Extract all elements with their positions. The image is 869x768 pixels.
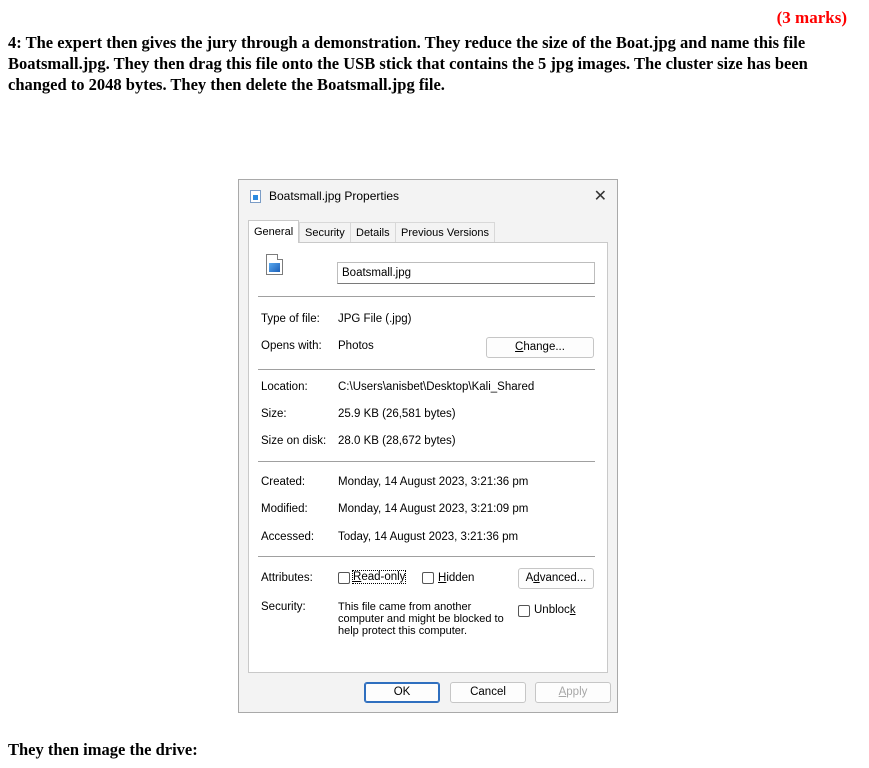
read-only-label[interactable]: Read-only	[351, 570, 407, 584]
separator	[258, 461, 595, 462]
unblock-checkbox[interactable]	[518, 605, 530, 617]
accessed-label: Accessed:	[261, 531, 315, 543]
opens-with-value: Photos	[338, 340, 374, 352]
change-label-post: hange...	[523, 341, 565, 353]
created-label: Created:	[261, 476, 306, 488]
size-on-disk-label: Size on disk:	[261, 435, 327, 447]
footer-text: They then image the drive:	[8, 740, 198, 759]
created-value: Monday, 14 August 2023, 3:21:36 pm	[338, 476, 529, 488]
size-label: Size:	[261, 408, 287, 420]
size-on-disk-value: 28.0 KB (28,672 bytes)	[338, 435, 456, 447]
apply-label-post: pply	[566, 686, 588, 698]
read-only-checkbox[interactable]	[338, 572, 350, 584]
location-label: Location:	[261, 381, 308, 393]
accessed-value: Today, 14 August 2023, 3:21:36 pm	[338, 531, 519, 543]
size-value: 25.9 KB (26,581 bytes)	[338, 408, 456, 420]
unblock-label[interactable]: Unblock	[534, 604, 576, 616]
image-file-icon	[266, 254, 283, 275]
type-of-file-label: Type of file:	[261, 313, 320, 325]
tab-previous-versions[interactable]: Previous Versions	[395, 222, 496, 242]
title-bar[interactable]: Boatsmall.jpg Properties ✕	[239, 180, 617, 212]
file-name-input[interactable]	[337, 262, 595, 284]
separator	[258, 296, 595, 297]
advanced-button[interactable]: Advanced...	[518, 568, 594, 589]
marks-label: (3 marks)	[776, 8, 847, 27]
cancel-button[interactable]: Cancel	[450, 682, 526, 703]
security-label: Security:	[261, 601, 306, 613]
location-value: C:\Users\anisbet\Desktop\Kali_Shared	[338, 381, 535, 393]
advanced-label-post: vanced...	[539, 572, 587, 584]
hidden-text: idden	[446, 572, 475, 584]
hidden-label[interactable]: Hidden	[438, 572, 474, 584]
dialog-title: Boatsmall.jpg Properties	[269, 189, 400, 203]
hidden-checkbox[interactable]	[422, 572, 434, 584]
opens-with-label: Opens with:	[261, 340, 322, 352]
attributes-label: Attributes:	[261, 572, 313, 584]
ok-button[interactable]: OK	[364, 682, 440, 703]
modified-value: Monday, 14 August 2023, 3:21:09 pm	[338, 503, 529, 515]
close-button[interactable]: ✕	[594, 186, 607, 206]
unblock-text: Unbloc	[534, 604, 570, 616]
tab-security[interactable]: Security	[299, 222, 351, 242]
security-message: This file came from another computer and…	[338, 601, 504, 637]
question-text: 4: The expert then gives the jury throug…	[8, 33, 808, 94]
separator	[258, 369, 595, 370]
tab-general[interactable]: General	[248, 220, 300, 243]
apply-button[interactable]: Apply	[535, 682, 611, 703]
modified-label: Modified:	[261, 503, 308, 515]
tab-details[interactable]: Details	[350, 222, 396, 242]
separator	[258, 556, 595, 557]
type-of-file-value: JPG File (.jpg)	[338, 313, 412, 325]
jpg-file-icon	[250, 190, 261, 203]
change-button[interactable]: Change...	[486, 337, 594, 358]
read-only-text: ead-only	[361, 571, 406, 583]
properties-dialog: Boatsmall.jpg Properties ✕ General Secur…	[238, 179, 618, 713]
unblock-accel: k	[569, 604, 576, 616]
